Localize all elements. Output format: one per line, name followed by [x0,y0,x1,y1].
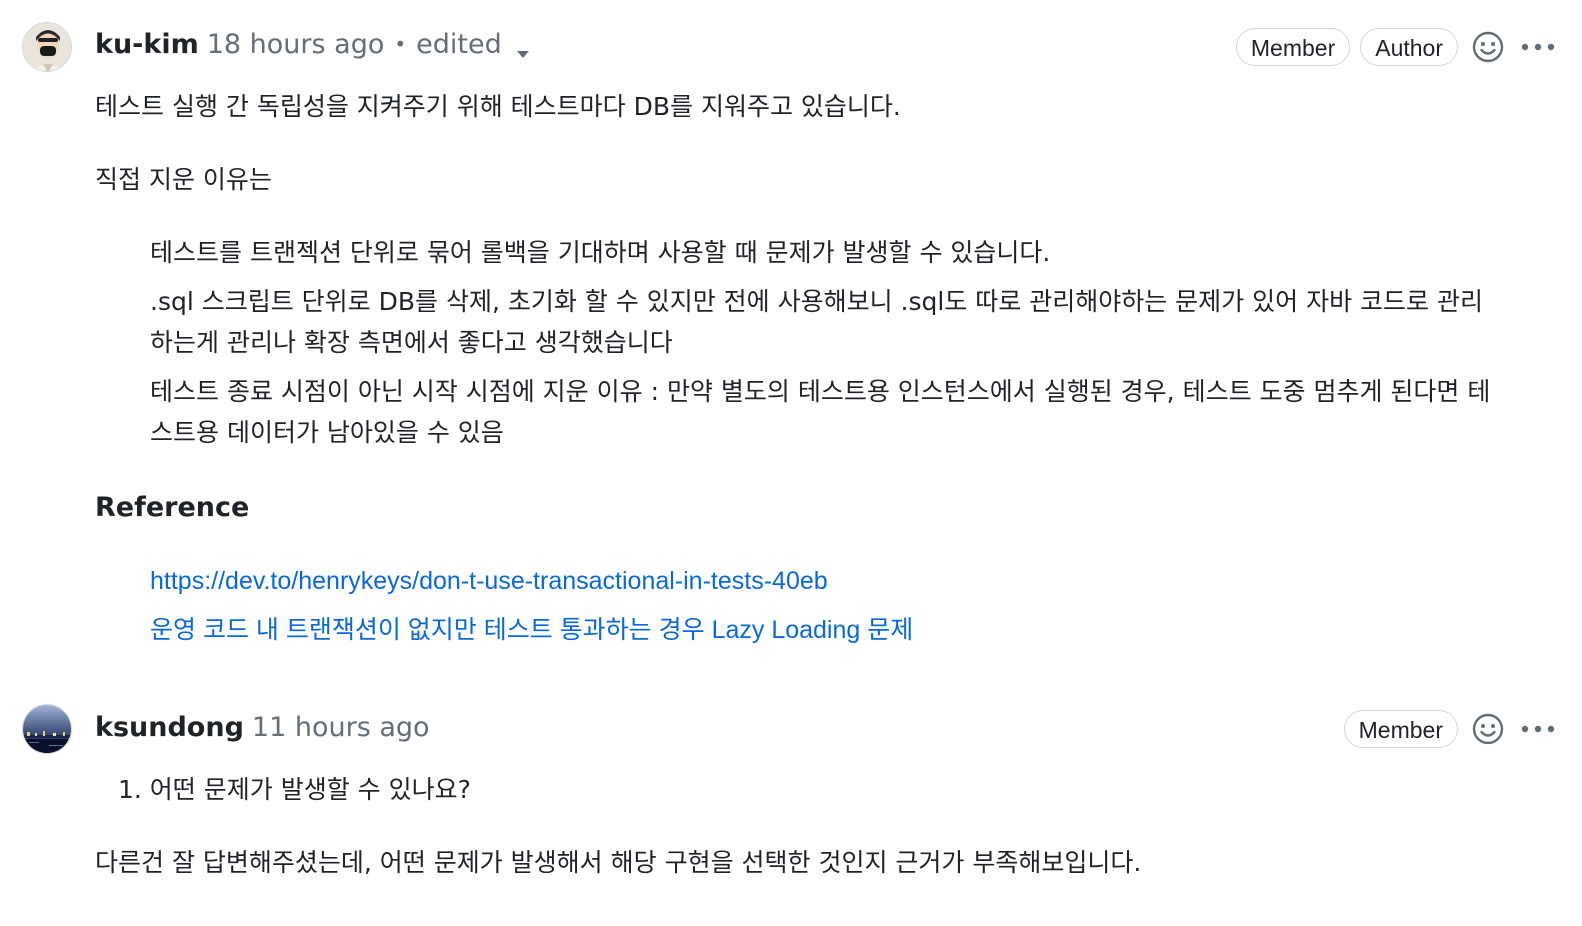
comment-actions: Member [1343,707,1558,751]
comment-paragraph: 다른건 잘 답변해주셨는데, 어떤 문제가 발생해서 해당 구현을 선택한 것인… [95,848,1142,877]
triangle-down-icon[interactable] [516,37,530,58]
avatar-image [23,705,71,753]
author-label: Author [1360,28,1458,66]
comment-header: ksundong 11 hours ago [95,705,430,749]
list-item-continuation: 스트용 데이터가 남아있을 수 있음 [150,418,504,447]
author-name[interactable]: ksundong [95,712,244,743]
list-item: 테스트를 트랜젝션 단위로 묶어 롤백을 기대하며 사용할 때 문제가 발생할 … [150,238,1051,267]
member-label: Member [1343,710,1458,748]
comment-header: ku-kim 18 hours ago • edited [95,22,530,66]
timestamp[interactable]: 18 hours ago [207,29,385,60]
comment-paragraph: 직접 지운 이유는 [95,165,272,194]
smiley-icon[interactable] [1468,27,1508,67]
reference-link[interactable]: https://dev.to/henrykeys/don-t-use-trans… [150,561,828,601]
edited-indicator[interactable]: edited [416,29,502,60]
avatar[interactable] [22,704,72,754]
kebab-horizontal-icon[interactable] [1518,709,1558,749]
list-item: 테스트 종료 시점이 아닌 시작 시점에 지운 이유 : 만약 별도의 테스트용… [150,377,1491,406]
comment-actions: Member Author [1235,25,1558,69]
member-label: Member [1235,28,1351,66]
list-item-continuation: 하는게 관리나 확장 측면에서 좋다고 생각했습니다 [150,328,673,357]
smiley-icon[interactable] [1468,709,1508,749]
ordered-list-item: 1. 어떤 문제가 발생할 수 있나요? [118,775,471,804]
reference-heading: Reference [95,492,250,523]
author-name[interactable]: ku-kim [95,29,199,60]
comment-paragraph: 테스트 실행 간 독립성을 지켜주기 위해 테스트마다 DB를 지워주고 있습니… [95,92,901,121]
timestamp[interactable]: 11 hours ago [252,712,430,743]
kebab-horizontal-icon[interactable] [1518,27,1558,67]
list-item: .sql 스크립트 단위로 DB를 삭제, 초기화 할 수 있지만 전에 사용해… [150,287,1483,316]
avatar[interactable] [22,22,72,72]
separator-dot: • [394,32,407,56]
avatar-image [23,23,71,71]
reference-link[interactable]: 운영 코드 내 트랜잭션이 없지만 테스트 통과하는 경우 Lazy Loadi… [150,610,913,650]
